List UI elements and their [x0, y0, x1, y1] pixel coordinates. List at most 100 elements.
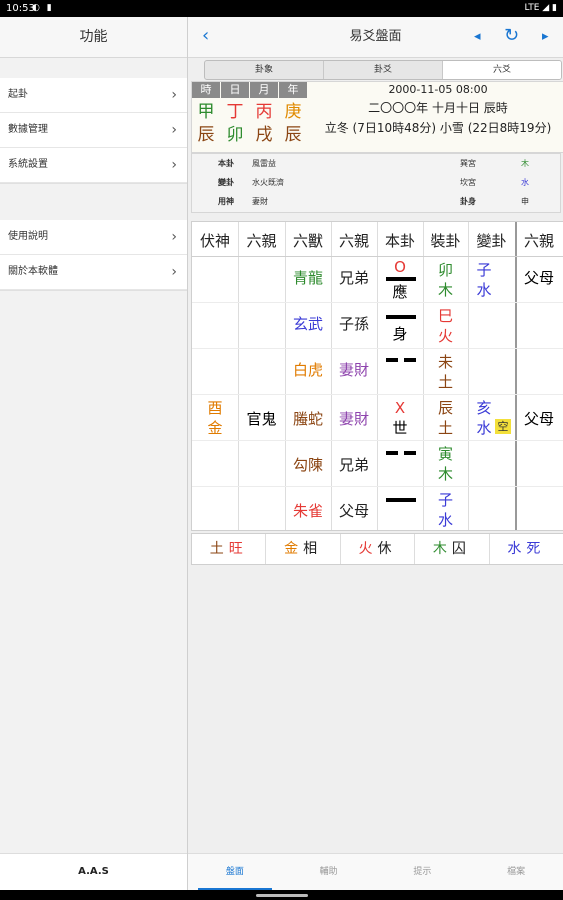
- tab-assist[interactable]: 輔助: [282, 854, 376, 890]
- tab-board[interactable]: 盤面: [188, 854, 282, 890]
- home-indicator[interactable]: [256, 894, 308, 897]
- gesture-bar: [0, 890, 563, 900]
- pillar-branch: 辰: [284, 125, 302, 145]
- pillar-header-month: 月: [250, 82, 278, 98]
- row-key: 變卦: [218, 178, 234, 187]
- app-screen: 功能 起卦 › 數據管理 › 系統設置 › 使用說明 › 關於本軟體 › A.A…: [0, 17, 563, 890]
- sidebar-group-main: 起卦 › 數據管理 › 系統設置 ›: [0, 78, 187, 184]
- element-wood: 木囚: [415, 534, 490, 564]
- yin-line-3-right: [404, 358, 416, 362]
- status-bar: 10:53 ◐ ▮ LTE ◢ ▮: [0, 0, 563, 17]
- sidebar-item-data-management[interactable]: 數據管理 ›: [0, 113, 187, 148]
- pillar-header-year: 年: [279, 82, 307, 98]
- date-text: 2000-11-05 08:00 二〇〇〇年 十月十日 辰時 立冬 (7日10時…: [312, 82, 563, 136]
- next-icon[interactable]: ▸: [542, 29, 549, 44]
- pillar-header-day: 日: [221, 82, 249, 98]
- status-notification-icons: ◐ ▮: [32, 3, 54, 13]
- shi-ying-1: 應: [392, 283, 408, 301]
- installed-branch-5: 寅 木: [437, 445, 453, 483]
- lunar-date: 二〇〇〇年 十月十日 辰時: [368, 101, 508, 115]
- pillar-branch: 戌: [255, 125, 273, 145]
- gregorian-datetime: 2000-11-05 08:00: [388, 83, 488, 96]
- status-time: 10:53: [6, 3, 35, 14]
- header-changed-hexagram: 變卦: [476, 232, 507, 250]
- row-element: 木: [521, 159, 529, 168]
- sidebar-item-help[interactable]: 使用說明 ›: [0, 220, 187, 255]
- hexagram-info-panel: 本卦 風雷益 巽宮 木 變卦 水火既濟 坎宮 水 用神 妻財 卦身 申: [191, 153, 561, 213]
- six-beast-2: 玄武: [292, 315, 323, 333]
- sidebar-item-label: 數據管理: [8, 124, 48, 135]
- row-key: 本卦: [218, 159, 234, 168]
- element-fire: 火休: [341, 534, 416, 564]
- chevron-right-icon: ›: [171, 264, 177, 280]
- chevron-right-icon: ›: [171, 229, 177, 245]
- status-network-battery-icons: LTE ◢ ▮: [524, 3, 557, 13]
- chevron-right-icon: ›: [171, 87, 177, 103]
- yin-line-5-right: [404, 451, 416, 455]
- yang-line-2: [386, 315, 416, 319]
- pillar-stem: 甲: [197, 102, 215, 122]
- function-sidebar: 功能 起卦 › 數據管理 › 系統設置 › 使用說明 › 關於本軟體 › A.A…: [0, 17, 188, 890]
- bottom-tab-bar: 盤面 輔助 提示 檔案: [188, 853, 563, 890]
- six-beast-4: 螣蛇: [292, 410, 323, 428]
- date-info-panel: 時 日 月 年 甲 辰 丁 卯 丙 戌 庚 辰 2000-11-05 08:00…: [191, 81, 563, 153]
- nav-bar: ‹ 易爻盤面 ◂ ↻ ▸: [188, 17, 563, 58]
- shi-ying-4: 世: [392, 419, 408, 437]
- pillar-branch: 卯: [226, 125, 244, 145]
- pillar-header-hour: 時: [192, 82, 220, 98]
- sidebar-title: 功能: [0, 17, 187, 58]
- six-kin-2: 子孫: [338, 315, 369, 333]
- tab-files[interactable]: 檔案: [469, 854, 563, 890]
- six-lines-table: 伏神 六親 六獸 六親 本卦 裝卦 變卦 六親 酉 金 官鬼 青龍 兄弟 O 應…: [191, 221, 563, 531]
- moving-mark-1: O: [394, 258, 406, 276]
- six-kin-3: 妻財: [338, 361, 369, 379]
- sidebar-item-label: 起卦: [8, 89, 28, 100]
- changed-branch-1: 子 水: [476, 261, 492, 299]
- segment-six-lines[interactable]: 六爻: [443, 61, 561, 79]
- sidebar-item-label: 關於本軟體: [8, 266, 58, 277]
- hidden-god: 酉 金: [207, 399, 223, 437]
- hexagram-row-changed: 變卦 水火既濟 坎宮 水: [192, 173, 560, 192]
- changed-kin-1: 父母: [523, 269, 554, 287]
- installed-branch-4: 辰 土: [437, 399, 453, 437]
- sidebar-item-divination[interactable]: 起卦 ›: [0, 78, 187, 113]
- element-earth: 土旺: [192, 534, 267, 564]
- sidebar-item-settings[interactable]: 系統設置 ›: [0, 148, 187, 183]
- refresh-icon[interactable]: ↻: [504, 25, 519, 46]
- previous-icon[interactable]: ◂: [474, 29, 481, 44]
- sidebar-item-label: 系統設置: [8, 159, 48, 170]
- installed-branch-2: 巳 火: [437, 307, 453, 345]
- sidebar-footer-brand[interactable]: A.A.S: [0, 853, 187, 890]
- view-segmented-control: 卦象 卦爻 六爻: [204, 60, 562, 80]
- chart-panel: ‹ 易爻盤面 ◂ ↻ ▸ 卦象 卦爻 六爻 時 日 月 年 甲 辰 丁 卯 丙 …: [188, 17, 563, 890]
- six-kin-6: 父母: [338, 502, 369, 520]
- pillar-stem: 丁: [226, 102, 244, 122]
- six-beast-3: 白虎: [292, 361, 323, 379]
- chevron-right-icon: ›: [171, 157, 177, 173]
- four-pillars: 時 日 月 年 甲 辰 丁 卯 丙 戌 庚 辰: [192, 82, 312, 152]
- six-beast-6: 朱雀: [292, 502, 323, 520]
- hexagram-row-original: 本卦 風雷益 巽宮 木: [192, 154, 560, 173]
- pillar-year: 庚 辰: [279, 101, 307, 147]
- chevron-right-icon: ›: [171, 122, 177, 138]
- pillar-hour: 甲 辰: [192, 101, 220, 147]
- element-water: 水死: [507, 541, 546, 557]
- hidden-kin: 官鬼: [246, 410, 277, 428]
- row-value: 妻財: [252, 197, 268, 206]
- six-kin-4: 妻財: [338, 410, 369, 428]
- six-beast-1: 青龍: [292, 269, 323, 287]
- sidebar-item-label: 使用說明: [8, 231, 48, 242]
- header-hidden-kin: 六親: [246, 232, 277, 250]
- segment-hexagram-lines[interactable]: 卦爻: [324, 61, 443, 79]
- tab-hints[interactable]: 提示: [376, 854, 470, 890]
- row-palace: 坎宮: [460, 178, 476, 187]
- moving-mark-4: X: [394, 399, 406, 417]
- installed-branch-1: 卯 木: [437, 261, 453, 299]
- yin-line-5-left: [386, 451, 398, 455]
- header-installed-branches: 裝卦: [430, 232, 461, 250]
- row-element: 申: [521, 197, 529, 206]
- six-kin-5: 兄弟: [338, 456, 369, 474]
- six-kin-1: 兄弟: [338, 269, 369, 287]
- sidebar-item-about[interactable]: 關於本軟體 ›: [0, 255, 187, 290]
- segment-hexagram-image[interactable]: 卦象: [205, 61, 324, 79]
